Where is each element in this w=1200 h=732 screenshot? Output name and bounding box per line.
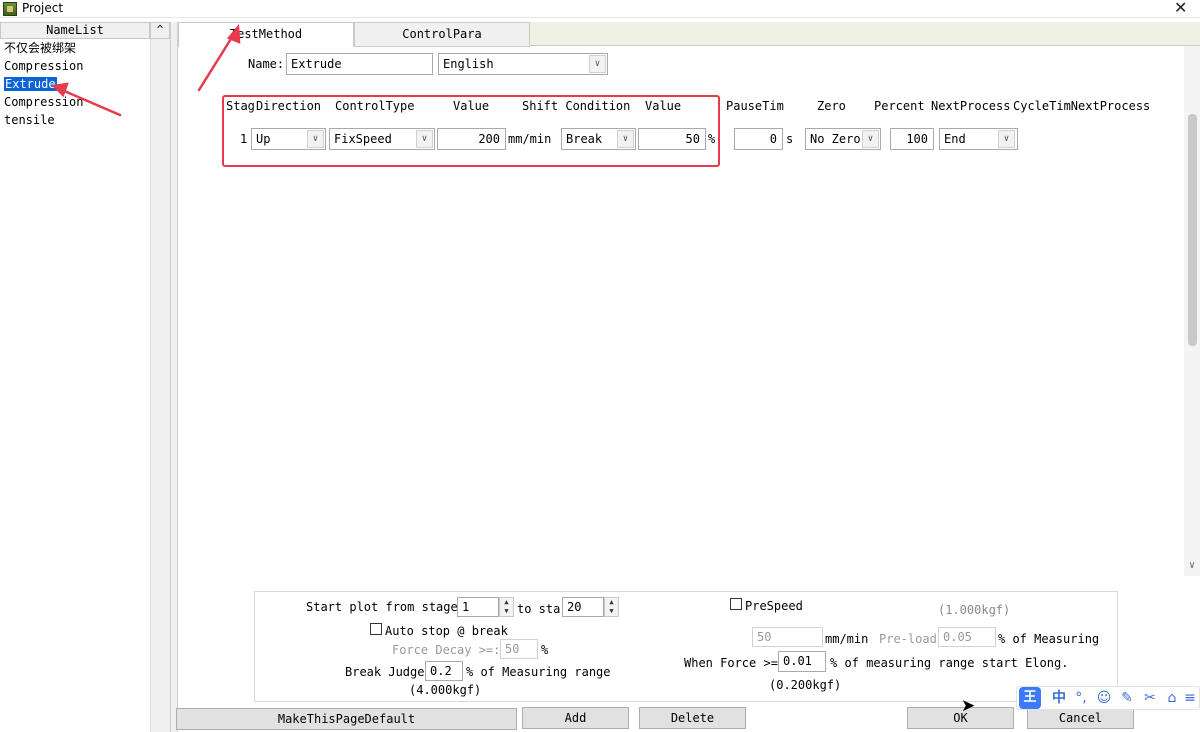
header-control-type: ControlType	[335, 99, 415, 113]
force-decay-label: Force Decay >=:	[392, 643, 501, 657]
language-select-value: English	[443, 57, 494, 71]
add-button[interactable]: Add	[522, 707, 629, 729]
percent-input[interactable]: 100	[890, 128, 934, 150]
ime-language-icon[interactable]: 中	[1050, 688, 1068, 708]
preload-suffix: % of Measuring	[998, 632, 1100, 646]
end-stage-spinner[interactable]: ▲ ▼	[604, 597, 619, 617]
speed-unit: mm/min	[508, 132, 552, 146]
name-label: Name:	[248, 57, 285, 71]
auto-stop-label: Auto stop @ break	[385, 624, 508, 638]
app-icon	[3, 2, 17, 16]
prespeed-input[interactable]: 50	[752, 627, 823, 647]
condition-value: Break	[566, 132, 603, 146]
list-item[interactable]: Compression	[4, 93, 83, 111]
direction-value: Up	[256, 132, 271, 146]
list-item[interactable]: 不仅会被绑架	[4, 39, 76, 57]
prespeed-checkbox[interactable]	[730, 598, 742, 610]
header-pause-time: PauseTim	[726, 99, 784, 113]
title-bar	[0, 0, 1200, 18]
ime-skin-icon[interactable]: ⌂	[1163, 688, 1181, 708]
pause-input[interactable]: 0	[734, 128, 783, 150]
start-plot-label: Start plot from stage	[306, 600, 458, 614]
control-type-value: FixSpeed	[334, 132, 392, 146]
list-item[interactable]: Compression	[4, 57, 83, 75]
break-judge-suffix: % of Measuring range	[466, 665, 611, 679]
header-direction: Direction	[256, 99, 322, 113]
close-icon[interactable]: ✕	[1174, 0, 1187, 17]
header-stag: Stag	[226, 99, 255, 113]
start-stage-spinner[interactable]: ▲ ▼	[499, 597, 514, 617]
cancel-button[interactable]: Cancel	[1027, 707, 1134, 729]
header-cycle-time-next-process: CycleTimNextProcess	[1013, 99, 1151, 113]
delete-button[interactable]: Delete	[639, 707, 746, 729]
namelist-scrollbar[interactable]	[150, 39, 170, 732]
tab-testmethod[interactable]: TestMethod	[178, 22, 354, 47]
namelist-panel: NameList ^ 不仅会被绑架 Compression Extrude Co…	[0, 22, 170, 732]
when-force-input[interactable]: 0.01	[778, 651, 826, 672]
language-select[interactable]: English	[438, 53, 608, 75]
list-item-selected[interactable]: Extrude	[4, 75, 57, 93]
zero-value: No Zero	[810, 132, 861, 146]
scroll-down-icon[interactable]: ∨	[1186, 560, 1198, 571]
list-item[interactable]: tensile	[4, 111, 55, 129]
force-decay-unit: %	[541, 643, 549, 657]
namelist-collapse-button[interactable]: ^	[150, 22, 170, 39]
make-default-button[interactable]: MakeThisPageDefault	[176, 708, 517, 730]
condition-unit: %	[708, 132, 716, 146]
force-decay-input[interactable]: 50	[500, 639, 538, 659]
next-process-value: End	[944, 132, 966, 146]
when-force-kgf: (0.200kgf)	[769, 678, 842, 692]
start-stage-input[interactable]: 1	[457, 597, 499, 617]
break-judge-kgf: (4.000kgf)	[409, 683, 482, 697]
preload-label: Pre-load	[879, 632, 937, 646]
chevron-down-icon[interactable]	[307, 130, 324, 148]
speed-value-input[interactable]: 200	[437, 128, 506, 150]
ime-menu-icon[interactable]: ≡	[1182, 688, 1198, 708]
prespeed-unit: mm/min	[825, 632, 869, 646]
chevron-down-icon[interactable]	[416, 130, 433, 148]
mouse-cursor-icon: ➤	[961, 696, 976, 716]
stage-index: 1	[240, 132, 248, 146]
prespeed-kgf: (1.000kgf)	[938, 603, 1011, 617]
chevron-down-icon[interactable]	[862, 130, 879, 148]
chevron-down-icon[interactable]	[589, 55, 606, 73]
ime-punctuation-icon[interactable]: °,	[1072, 688, 1090, 708]
ime-pen-icon[interactable]: ✎	[1118, 688, 1136, 708]
ime-logo-icon[interactable]: 王	[1019, 687, 1041, 709]
header-percent: Percent	[874, 99, 925, 113]
header-value-2: Value	[645, 99, 682, 113]
end-stage-input[interactable]: 20	[562, 597, 604, 617]
preload-input[interactable]: 0.05	[938, 627, 996, 647]
pause-unit: s	[786, 132, 794, 146]
header-shift-condition: Shift Condition	[522, 99, 631, 113]
tab-controlpara[interactable]: ControlPara	[354, 22, 530, 47]
when-force-label: When Force >=	[684, 656, 778, 670]
break-judge-input[interactable]: 0.2	[425, 661, 463, 681]
header-zero: Zero	[817, 99, 846, 113]
auto-stop-checkbox[interactable]	[370, 623, 382, 635]
when-force-suffix: % of measuring range start Elong.	[830, 656, 1069, 670]
ime-emoji-icon[interactable]: ☺	[1095, 688, 1113, 708]
break-judge-label: Break Judge	[345, 665, 425, 679]
to-stage-label: to sta	[517, 602, 561, 616]
window-title: Project	[22, 1, 64, 15]
namelist-header[interactable]: NameList	[0, 22, 150, 39]
header-next-process: NextProcess	[931, 99, 1011, 113]
ime-scissors-icon[interactable]: ✂	[1141, 688, 1159, 708]
name-input[interactable]: Extrude	[286, 53, 433, 75]
header-value: Value	[453, 99, 490, 113]
main-scrollbar-thumb[interactable]	[1188, 114, 1197, 346]
chevron-down-icon[interactable]	[617, 130, 634, 148]
condition-value-input[interactable]: 50	[638, 128, 706, 150]
panel-splitter[interactable]	[170, 22, 178, 732]
chevron-down-icon[interactable]	[998, 130, 1015, 148]
prespeed-label: PreSpeed	[745, 599, 803, 613]
